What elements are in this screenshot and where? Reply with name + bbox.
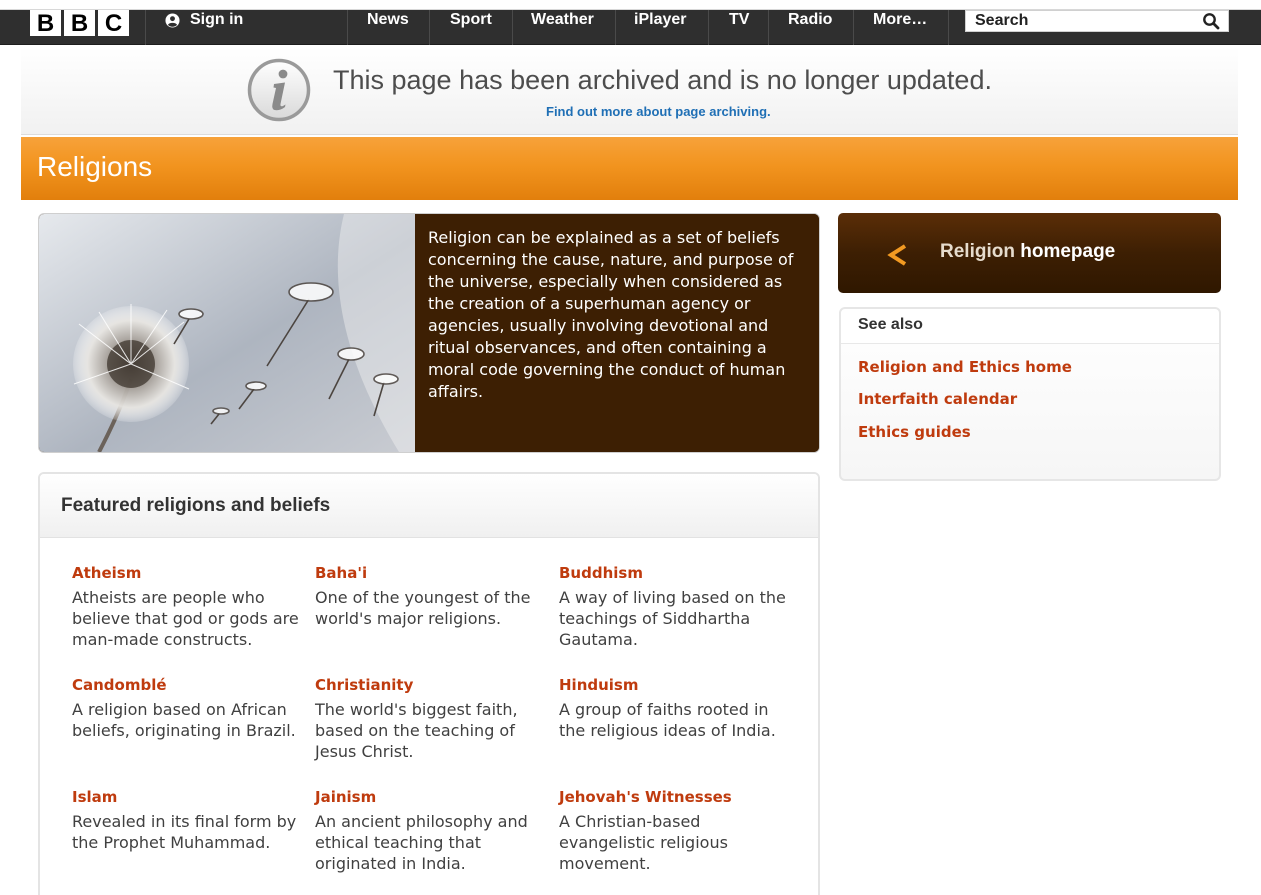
religion-desc: A religion based on African beliefs, ori… — [72, 700, 296, 740]
religion-link-candomble[interactable]: Candomblé — [72, 675, 300, 695]
hero-definition: Religion can be explained as a set of be… — [415, 214, 819, 452]
section-banner: Religions — [21, 137, 1238, 200]
label-part: Religion — [940, 241, 1015, 262]
sign-in-link[interactable]: Sign in — [165, 10, 243, 30]
religion-link-jainism[interactable]: Jainism — [315, 787, 543, 807]
browser-edge-strip — [0, 0, 1261, 10]
nav-iplayer[interactable]: iPlayer — [634, 10, 686, 30]
religion-item-jainism: Jainism An ancient philosophy and ethica… — [315, 787, 543, 874]
chevron-left-icon — [887, 244, 907, 266]
religion-item-bahai: Baha'i One of the youngest of the world'… — [315, 563, 543, 629]
hero-panel: Religion can be explained as a set of be… — [38, 213, 820, 453]
bbc-top-bar: B B C Sign in News Sport Weather iPlayer… — [0, 0, 1261, 45]
search-input[interactable] — [966, 11, 1196, 31]
see-also-link-religion-ethics-home[interactable]: Religion and Ethics home — [858, 358, 1072, 376]
page-title: Religions — [37, 151, 153, 182]
religion-link-atheism[interactable]: Atheism — [72, 563, 300, 583]
nav-sport[interactable]: Sport — [450, 10, 492, 30]
featured-title: Featured religions and beliefs — [61, 495, 331, 516]
religion-link-islam[interactable]: Islam — [72, 787, 300, 807]
nav-divider — [145, 10, 146, 45]
religion-link-bahai[interactable]: Baha'i — [315, 563, 543, 583]
nav-news[interactable]: News — [367, 10, 409, 30]
nav-divider — [429, 10, 430, 45]
religion-desc: A way of living based on the teachings o… — [559, 588, 786, 649]
religion-item-islam: Islam Revealed in its final form by the … — [72, 787, 300, 853]
religion-desc: One of the youngest of the world's major… — [315, 588, 531, 628]
nav-tv[interactable]: TV — [729, 10, 749, 30]
nav-divider — [512, 10, 513, 45]
archive-more-link[interactable]: Find out more about page archiving. — [546, 104, 771, 119]
logo-letter: C — [98, 10, 129, 36]
religion-link-jehovahs-witnesses[interactable]: Jehovah's Witnesses — [559, 787, 787, 807]
religion-desc: Revealed in its final form by the Prophe… — [72, 812, 297, 852]
label-part: homepage — [1020, 241, 1116, 262]
see-also-link-interfaith-calendar[interactable]: Interfaith calendar — [858, 390, 1017, 408]
bbc-logo[interactable]: B B C — [30, 10, 129, 36]
see-also-link-ethics-guides[interactable]: Ethics guides — [858, 423, 971, 441]
nav-divider — [768, 10, 769, 45]
religion-desc: An ancient philosophy and ethical teachi… — [315, 812, 528, 873]
search-icon[interactable] — [1202, 12, 1220, 30]
nav-divider — [708, 10, 709, 45]
religion-item-buddhism: Buddhism A way of living based on the te… — [559, 563, 787, 650]
religion-desc: The world's biggest faith, based on the … — [315, 700, 518, 761]
archive-notice: This page has been archived and is no lo… — [21, 47, 1238, 135]
logo-letter: B — [30, 10, 61, 36]
featured-religions-panel: Featured religions and beliefs Atheism A… — [38, 472, 820, 895]
religion-link-christianity[interactable]: Christianity — [315, 675, 543, 695]
religion-desc: A group of faiths rooted in the religiou… — [559, 700, 776, 740]
nav-radio[interactable]: Radio — [788, 10, 832, 30]
religion-item-christianity: Christianity The world's biggest faith, … — [315, 675, 543, 762]
religion-link-hinduism[interactable]: Hinduism — [559, 675, 787, 695]
see-also-title: See also — [858, 316, 923, 333]
user-icon — [165, 12, 180, 28]
see-also-panel: See also Religion and Ethics home Interf… — [839, 307, 1221, 481]
nav-weather[interactable]: Weather — [531, 10, 594, 30]
nav-divider — [347, 10, 348, 45]
search-box — [965, 10, 1229, 32]
religion-item-hinduism: Hinduism A group of faiths rooted in the… — [559, 675, 787, 741]
religion-homepage-label: Religion homepage — [940, 241, 1115, 263]
religion-desc: A Christian-based evangelistic religious… — [559, 812, 728, 873]
featured-header: Featured religions and beliefs — [40, 474, 818, 538]
sign-in-label: Sign in — [190, 11, 244, 28]
info-icon — [247, 58, 311, 122]
religion-item-jehovahs-witnesses: Jehovah's Witnesses A Christian-based ev… — [559, 787, 787, 874]
nav-divider — [853, 10, 854, 45]
religion-desc: Atheists are people who believe that god… — [72, 588, 299, 649]
archive-message: This page has been archived and is no lo… — [333, 65, 992, 95]
dandelion-image — [39, 214, 415, 452]
religion-homepage-button[interactable]: Religion homepage — [838, 213, 1221, 293]
nav-more[interactable]: More… — [873, 10, 927, 30]
logo-letter: B — [64, 10, 95, 36]
nav-divider — [948, 10, 949, 45]
see-also-header: See also — [841, 309, 1219, 344]
religion-item-atheism: Atheism Atheists are people who believe … — [72, 563, 300, 650]
nav-divider — [615, 10, 616, 45]
religion-link-buddhism[interactable]: Buddhism — [559, 563, 787, 583]
religion-item-candomble: Candomblé A religion based on African be… — [72, 675, 300, 741]
